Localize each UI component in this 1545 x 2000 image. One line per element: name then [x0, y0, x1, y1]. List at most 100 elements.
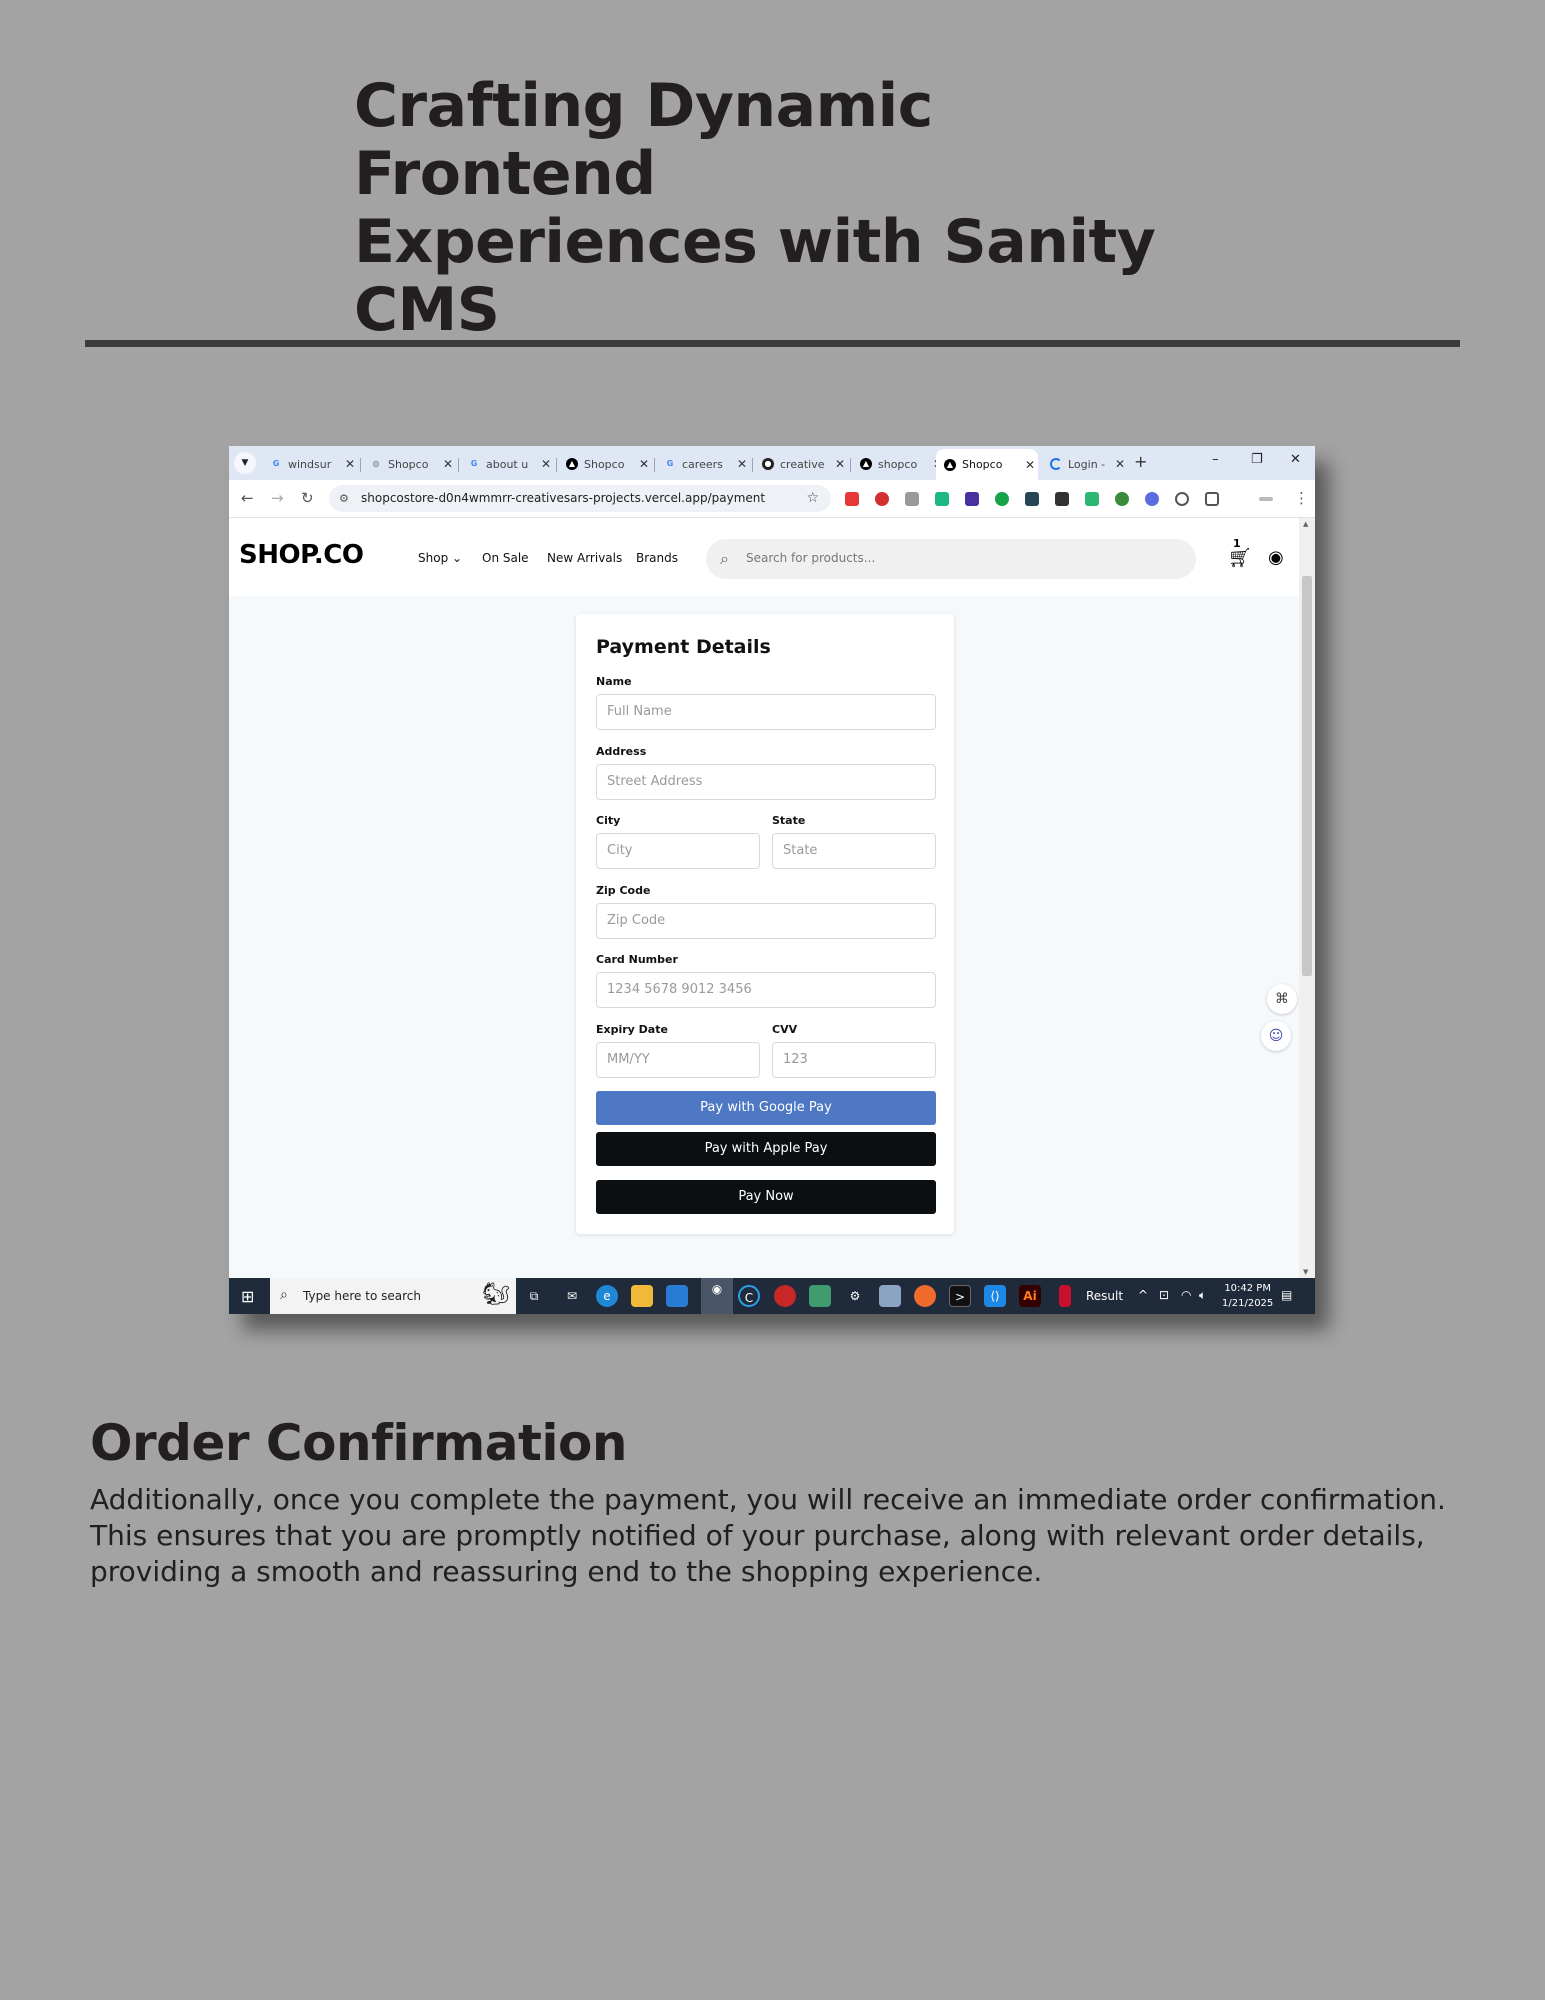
- extensions-puzzle-icon[interactable]: [1205, 492, 1219, 506]
- profile-icon[interactable]: [1259, 497, 1273, 501]
- command-icon[interactable]: ⌘: [1267, 984, 1297, 1014]
- section-body: Additionally, once you complete the paym…: [90, 1483, 1446, 1588]
- firefox-icon[interactable]: [914, 1285, 936, 1307]
- settings-icon[interactable]: ⚙: [844, 1285, 866, 1307]
- adblock-icon[interactable]: [845, 492, 859, 506]
- extension-gear-icon[interactable]: [1145, 492, 1159, 506]
- tab-7[interactable]: ▲ shopco ✕: [852, 451, 946, 477]
- extension-lines-icon[interactable]: [1085, 492, 1099, 506]
- file-explorer-icon[interactable]: [631, 1285, 653, 1307]
- app-folder-icon[interactable]: [879, 1285, 901, 1307]
- taskbar-result[interactable]: Result: [1086, 1289, 1123, 1303]
- windows-start-icon[interactable]: ⊞: [241, 1287, 254, 1306]
- tray-meet-icon[interactable]: ⊡: [1159, 1288, 1169, 1302]
- nav-shop[interactable]: Shop ⌄: [418, 551, 462, 565]
- user-account-icon[interactable]: ◉: [1268, 547, 1284, 568]
- close-icon[interactable]: ✕: [1022, 458, 1038, 472]
- zip-field[interactable]: Zip Code: [596, 903, 936, 939]
- minimize-icon[interactable]: –: [1212, 452, 1219, 467]
- tab-8-active[interactable]: ▲ Shopco ✕: [936, 449, 1038, 480]
- extension-red-icon[interactable]: [875, 492, 889, 506]
- wifi-icon[interactable]: ◠: [1181, 1288, 1191, 1302]
- mail-icon[interactable]: ✉: [561, 1285, 583, 1307]
- app-c-icon[interactable]: C: [738, 1285, 760, 1307]
- nav-new-arrivals[interactable]: New Arrivals: [547, 551, 622, 565]
- tray-chevron-icon[interactable]: ^: [1138, 1288, 1148, 1302]
- app-photos-icon[interactable]: [809, 1285, 831, 1307]
- close-icon[interactable]: ✕: [440, 457, 456, 471]
- cvv-field[interactable]: 123: [772, 1042, 936, 1078]
- tab-search-dropdown[interactable]: ▼: [234, 452, 256, 474]
- extension-leaf-icon[interactable]: [1115, 492, 1129, 506]
- back-icon[interactable]: ←: [241, 489, 254, 507]
- edge-icon[interactable]: e: [596, 1285, 618, 1307]
- reload-icon[interactable]: ↻: [301, 489, 314, 507]
- window-close-icon[interactable]: ✕: [1290, 452, 1301, 467]
- close-icon[interactable]: ✕: [1112, 457, 1128, 471]
- nav-on-sale[interactable]: On Sale: [482, 551, 529, 565]
- document-title-line-2: Experiences with Sanity CMS: [354, 207, 1156, 345]
- new-tab-icon[interactable]: +: [1134, 452, 1147, 471]
- scrollbar[interactable]: ▲ ▼: [1299, 518, 1315, 1278]
- nav-brands[interactable]: Brands: [636, 551, 678, 565]
- extension-green-icon[interactable]: [935, 492, 949, 506]
- tab-5[interactable]: G careers ✕: [656, 451, 750, 477]
- nba-icon[interactable]: [1059, 1285, 1071, 1307]
- taskbar-search[interactable]: ⌕ Type here to search 🐿︎: [270, 1278, 516, 1314]
- extension-face-icon[interactable]: [1175, 492, 1189, 506]
- apple-pay-button[interactable]: Pay with Apple Pay: [596, 1132, 936, 1166]
- tab-3[interactable]: G about u ✕: [460, 451, 554, 477]
- tab-9[interactable]: Login - ✕: [1042, 451, 1128, 477]
- tab-2[interactable]: ◎ Shopco ✕: [362, 451, 456, 477]
- tab-6[interactable]: ● creative ✕: [754, 451, 848, 477]
- browser-screenshot: ▼ G windsur ✕ ◎ Shopco ✕ G about u ✕ ▲ S…: [229, 446, 1315, 1314]
- forward-icon[interactable]: →: [271, 489, 284, 507]
- close-icon[interactable]: ✕: [538, 457, 554, 471]
- expiry-field[interactable]: MM/YY: [596, 1042, 760, 1078]
- terminal-icon[interactable]: >: [949, 1285, 971, 1307]
- address-bar[interactable]: ⚙ shopcostore-d0n4wmmrr-creativesars-pro…: [329, 485, 831, 512]
- cart-icon[interactable]: 🛒︎: [1228, 546, 1252, 569]
- close-icon[interactable]: ✕: [636, 457, 652, 471]
- close-icon[interactable]: ✕: [734, 457, 750, 471]
- google-pay-button[interactable]: Pay with Google Pay: [596, 1091, 936, 1125]
- app-record-icon[interactable]: [774, 1285, 796, 1307]
- card-number-field[interactable]: 1234 5678 9012 3456: [596, 972, 936, 1008]
- clock[interactable]: 10:42 PM 1/21/2025: [1222, 1281, 1273, 1311]
- camera-icon[interactable]: [905, 492, 919, 506]
- scroll-up-icon[interactable]: ▲: [1303, 520, 1308, 528]
- close-icon[interactable]: ✕: [832, 457, 848, 471]
- scrollbar-thumb[interactable]: [1302, 576, 1312, 976]
- pay-now-button[interactable]: Pay Now: [596, 1180, 936, 1214]
- bookmark-star-icon[interactable]: ☆: [806, 485, 819, 512]
- address-field[interactable]: Street Address: [596, 764, 936, 800]
- tab-4[interactable]: ▲ Shopco ✕: [558, 451, 652, 477]
- tab-1[interactable]: G windsur ✕: [262, 451, 358, 477]
- globe-icon: ◎: [372, 459, 380, 468]
- vercel-icon: ▲: [566, 458, 578, 470]
- product-search[interactable]: ⌕ Search for products...: [706, 539, 1196, 579]
- name-field[interactable]: Full Name: [596, 694, 936, 730]
- state-field[interactable]: State: [772, 833, 936, 869]
- tab-label: about u: [486, 457, 529, 471]
- grammarly-icon[interactable]: [995, 492, 1009, 506]
- restore-icon[interactable]: ❐: [1251, 452, 1263, 467]
- city-field[interactable]: City: [596, 833, 760, 869]
- store-icon[interactable]: [666, 1285, 688, 1307]
- close-icon[interactable]: ✕: [342, 457, 358, 471]
- extension-dark-icon[interactable]: [1055, 492, 1069, 506]
- menu-dots-icon[interactable]: ⋮: [1294, 489, 1309, 507]
- illustrator-icon[interactable]: Ai: [1019, 1285, 1041, 1307]
- extension-purple-icon[interactable]: [965, 492, 979, 506]
- site-info-icon[interactable]: ⚙: [339, 485, 349, 512]
- notification-icon[interactable]: ▤: [1281, 1288, 1292, 1302]
- vscode-icon[interactable]: ⟨⟩: [984, 1285, 1006, 1307]
- extension-grid-icon[interactable]: [1025, 492, 1039, 506]
- assistant-face-icon[interactable]: ☺: [1261, 1021, 1291, 1051]
- city-label: City: [596, 814, 621, 827]
- scroll-down-icon[interactable]: ▼: [1303, 1268, 1308, 1276]
- chrome-icon[interactable]: ◉: [701, 1278, 733, 1314]
- volume-icon[interactable]: 🔈︎: [1199, 1288, 1206, 1303]
- task-view-icon[interactable]: ⧉: [523, 1285, 545, 1307]
- shop-logo[interactable]: SHOP.CO: [239, 540, 364, 570]
